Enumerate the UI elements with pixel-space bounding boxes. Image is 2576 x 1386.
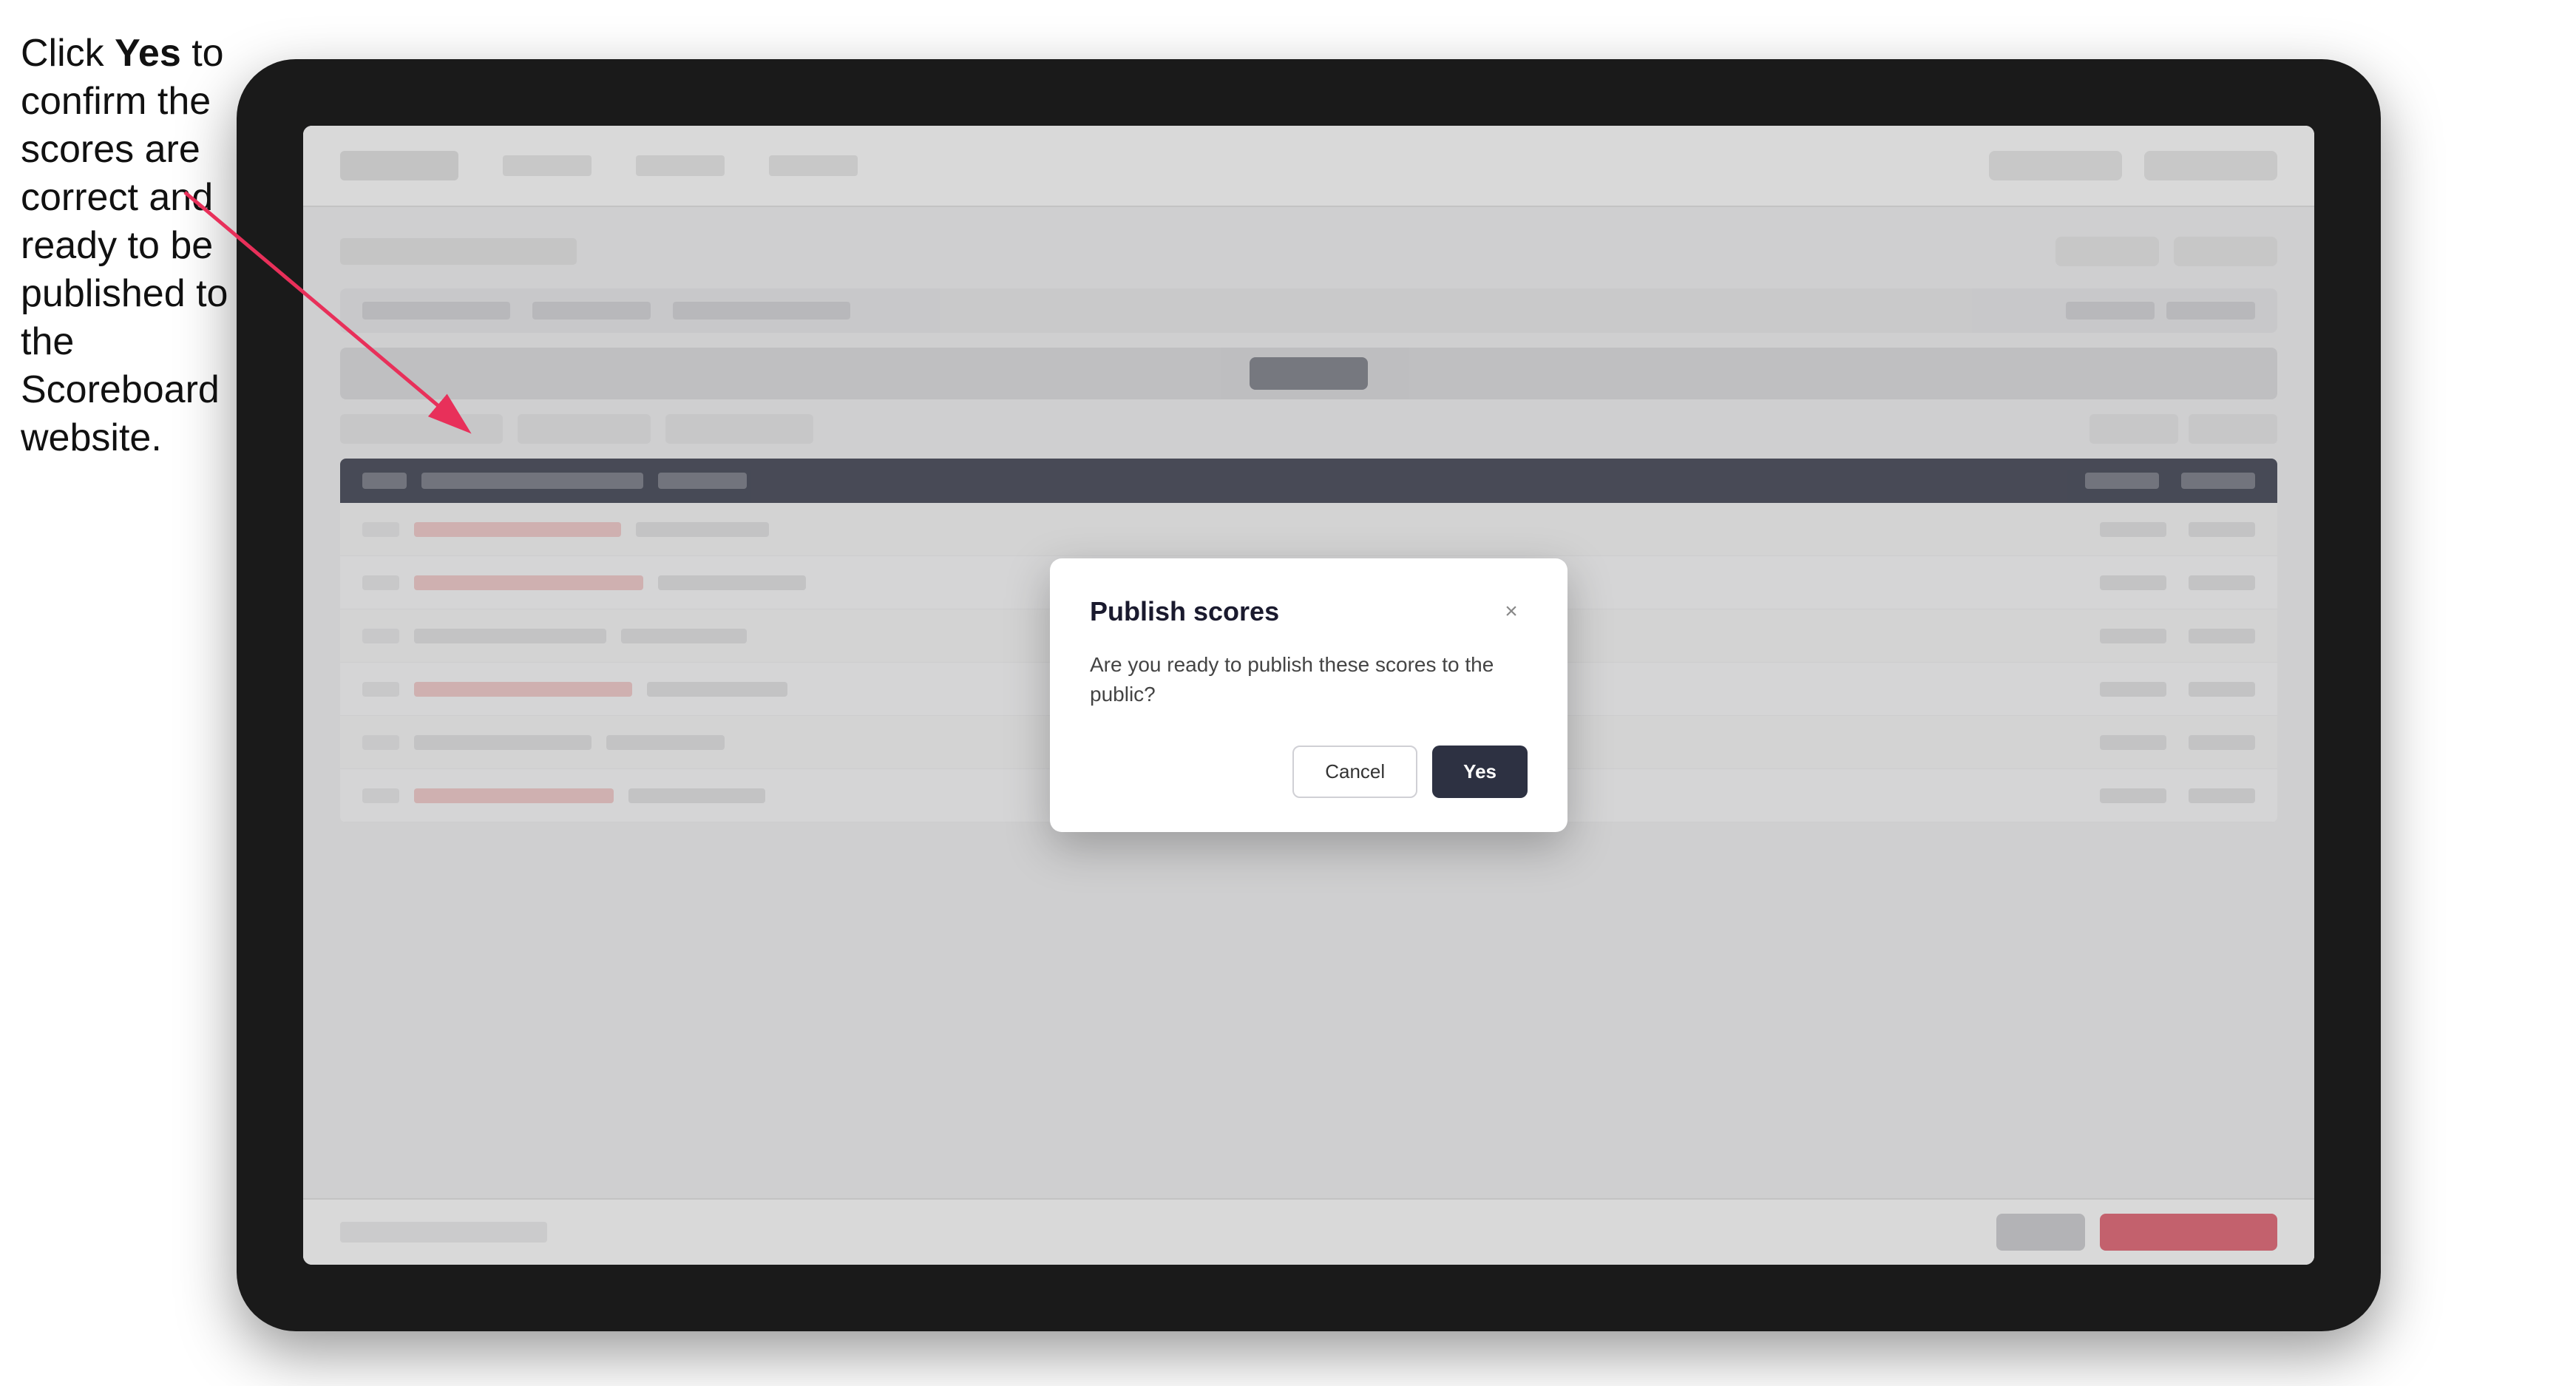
modal-yes-button[interactable]: Yes bbox=[1432, 746, 1528, 798]
instruction-suffix: to confirm the scores are correct and re… bbox=[21, 32, 228, 459]
modal-cancel-button[interactable]: Cancel bbox=[1292, 746, 1417, 798]
modal-close-button[interactable]: × bbox=[1495, 595, 1528, 628]
modal-actions: Cancel Yes bbox=[1090, 746, 1528, 798]
modal-title-row: Publish scores × bbox=[1090, 595, 1528, 628]
instruction-bold: Yes bbox=[115, 32, 181, 75]
tablet-screen: Publish scores × Are you ready to publis… bbox=[303, 126, 2314, 1265]
instruction-text: Click Yes to confirm the scores are corr… bbox=[21, 30, 235, 462]
modal-body-text: Are you ready to publish these scores to… bbox=[1090, 650, 1528, 708]
publish-scores-dialog: Publish scores × Are you ready to publis… bbox=[1050, 558, 1567, 831]
instruction-prefix: Click bbox=[21, 32, 115, 75]
modal-title: Publish scores bbox=[1090, 596, 1279, 627]
tablet-device: Publish scores × Are you ready to publis… bbox=[237, 59, 2381, 1331]
modal-overlay: Publish scores × Are you ready to publis… bbox=[303, 126, 2314, 1265]
